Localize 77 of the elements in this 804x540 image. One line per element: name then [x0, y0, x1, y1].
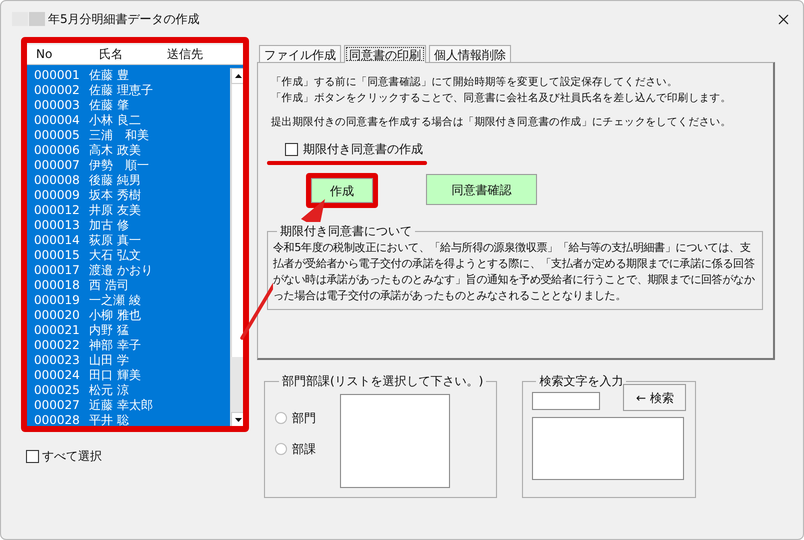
checkbox-label: すべて選択: [42, 448, 102, 465]
row-name: 後藤 純男: [89, 173, 141, 188]
row-number: 000023: [33, 353, 81, 368]
row-number: 000013: [33, 218, 81, 233]
row-name: 内野 猛: [89, 323, 129, 338]
checkbox-label: 期限付き同意書の作成: [303, 141, 423, 158]
row-name: 佐藤 肇: [89, 98, 129, 113]
row-name: 佐藤 豊: [89, 68, 129, 83]
row-number: 000022: [33, 338, 81, 353]
row-number: 000015: [33, 248, 81, 263]
row-name: 小林 良二: [89, 113, 141, 128]
row-name: 加古 修: [89, 218, 129, 233]
tab[interactable]: ファイル作成: [259, 45, 341, 63]
row-number: 000009: [33, 188, 81, 203]
column-header: 送信先: [167, 46, 204, 63]
row-number: 000008: [33, 173, 81, 188]
row-number: 000001: [33, 68, 81, 83]
tab[interactable]: 個人情報削除: [429, 45, 511, 63]
group-legend: 部門部課(リストを選択して下さい。): [279, 372, 486, 390]
column-header: 氏名: [98, 46, 124, 63]
list-box[interactable]: [532, 417, 684, 480]
window-title: 年5月分明細書データの作成: [48, 11, 200, 28]
row-number: 000007: [33, 158, 81, 173]
row-name: 一之瀬 綾: [89, 293, 141, 308]
row-number: 000020: [33, 308, 81, 323]
row-number: 000012: [33, 203, 81, 218]
radio-button[interactable]: [275, 412, 287, 424]
info-text: 令和5年度の税制改正において、「給与所得の源泉徴収票」「給与等の支払明細書」については、支払者が受給者から電子交付の承諾を得ようとする際に、「支払者が定める期限までに承諾に係る回答がない時は承諾があったものとみなす」旨の通知を予め受給者に行うことで、期限までに回答がなかった場合は電子交付の承諾があったものとみなされることとなりました。: [273, 240, 757, 304]
instruction-text: 「作成」する前に「同意書確認」にて開始時期等を変更して設定保存してください。: [271, 75, 678, 90]
row-number: 000019: [33, 293, 81, 308]
confirm-button[interactable]: 同意書確認: [426, 174, 537, 205]
row-number: 000017: [33, 263, 81, 278]
row-name: 田口 輝美: [89, 368, 141, 383]
row-name: 伊勢 順一: [89, 158, 149, 173]
radio-button[interactable]: [275, 443, 287, 455]
row-name: 高木 政美: [89, 143, 141, 158]
row-name: 坂本 秀樹: [89, 188, 141, 203]
column-header: No: [35, 46, 54, 63]
search-button[interactable]: ← 検索: [623, 384, 686, 411]
row-number: 000014: [33, 233, 81, 248]
row-number: 000024: [33, 368, 81, 383]
row-name: 佐藤 理恵子: [89, 83, 153, 98]
tab[interactable]: 同意書の印刷: [344, 45, 426, 63]
row-name: 近藤 幸太郎: [89, 398, 153, 413]
row-number: 000018: [33, 278, 81, 293]
row-name: 山田 学: [89, 353, 129, 368]
row-name: 渡邉 かおり: [89, 263, 153, 278]
row-name: 三浦 和美: [89, 128, 149, 143]
close-icon[interactable]: [778, 14, 789, 24]
create-button[interactable]: 作成: [311, 178, 373, 203]
row-name: 平井 聡: [89, 413, 129, 428]
row-number: 000005: [33, 128, 81, 143]
row-name: 井原 友美: [89, 203, 141, 218]
checkbox[interactable]: [285, 142, 298, 156]
row-name: 大石 弘文: [89, 248, 141, 263]
radio-label: 部門: [292, 410, 316, 427]
row-name: 荻原 真一: [89, 233, 141, 248]
row-name: 神部 幸子: [89, 338, 141, 353]
row-name: 西 浩司: [89, 278, 129, 293]
instruction-text: 「作成」ボタンをクリックすることで、同意書に会社名及び社員氏名を差し込んで印刷します。: [271, 91, 732, 106]
row-number: 000006: [33, 143, 81, 158]
row-number: 000003: [33, 98, 81, 113]
row-number: 000002: [33, 83, 81, 98]
row-name: 松元 涼: [89, 383, 129, 398]
row-number: 000004: [33, 113, 81, 128]
instruction-text: 提出期限付きの同意書を作成する場合は「期限付き同意書の作成」にチェックをしてください。: [271, 115, 732, 130]
row-number: 000025: [33, 383, 81, 398]
redaction-block: [12, 12, 28, 26]
search-field[interactable]: [532, 392, 600, 410]
row-number: 000028: [33, 413, 81, 428]
row-number: 000021: [33, 323, 81, 338]
row-name: 小柳 雅也: [89, 308, 141, 323]
radio-label: 部課: [292, 441, 316, 458]
redaction-block: [29, 12, 45, 26]
checkbox[interactable]: [26, 450, 39, 462]
list-box[interactable]: [340, 394, 450, 488]
row-number: 000027: [33, 398, 81, 413]
